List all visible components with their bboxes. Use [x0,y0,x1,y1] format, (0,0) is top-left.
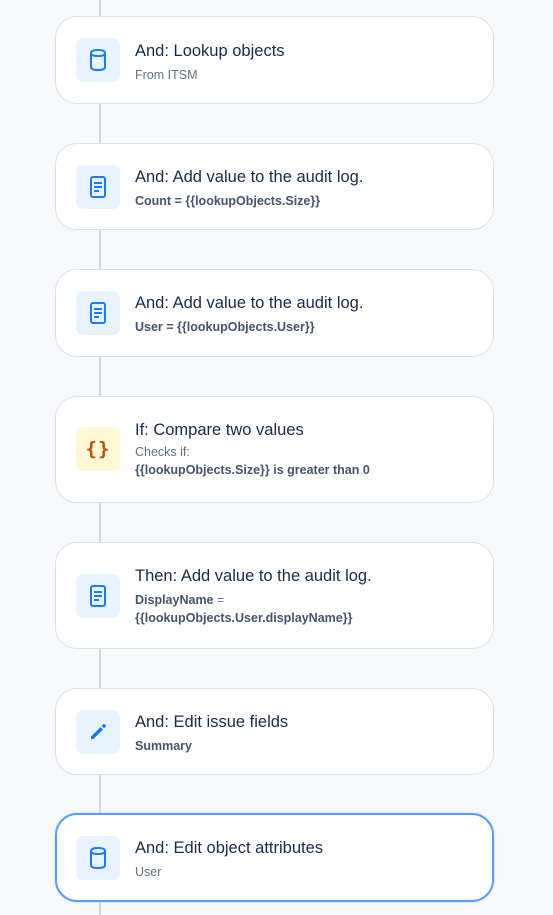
rule-step-audit-log-count[interactable]: And: Add value to the audit log. Count =… [55,143,494,230]
document-icon [76,165,120,209]
step-title: If: Compare two values [135,421,304,439]
step-title: And: Edit issue fields [135,713,289,731]
braces-icon: {} [76,427,120,471]
step-title: And: Add value to the audit log. [135,168,364,186]
field-name: User [135,320,163,334]
step-subtitle: From ITSM [135,68,198,82]
rule-step-audit-log-user[interactable]: And: Add value to the audit log. User = … [55,269,494,357]
rule-step-edit-object-attributes[interactable]: And: Edit object attributes User [55,813,494,902]
step-title: Then: Add value to the audit log. [135,567,372,585]
database-icon [76,836,120,880]
condition-text: {{lookupObjects.Size}} is greater than 0 [135,463,370,477]
database-icon [76,38,120,82]
field-name: DisplayName [135,593,214,607]
field-value: {{lookupObjects.User.displayName}} [135,611,353,625]
step-title: And: Add value to the audit log. [135,294,364,312]
rule-step-lookup-objects[interactable]: And: Lookup objects From ITSM [55,16,494,104]
step-title: And: Lookup objects [135,42,285,60]
document-icon [76,574,120,618]
field-value: = {{lookupObjects.User}} [162,320,315,334]
document-icon [76,291,120,335]
step-subtitle: User [135,865,162,879]
checks-label: Checks if: [135,445,190,459]
rule-step-audit-log-displayname[interactable]: Then: Add value to the audit log. Displa… [55,542,494,649]
field-name: Count [135,194,172,208]
step-title: And: Edit object attributes [135,839,324,857]
pencil-icon [76,710,120,754]
field-name: Summary [135,739,192,753]
field-equals: = [213,593,225,607]
rule-step-edit-issue-fields[interactable]: And: Edit issue fields Summary [55,688,494,775]
field-value: = {{lookupObjects.Size}} [171,194,321,208]
rule-step-compare-values[interactable]: {} If: Compare two values Checks if: {{l… [55,396,494,503]
